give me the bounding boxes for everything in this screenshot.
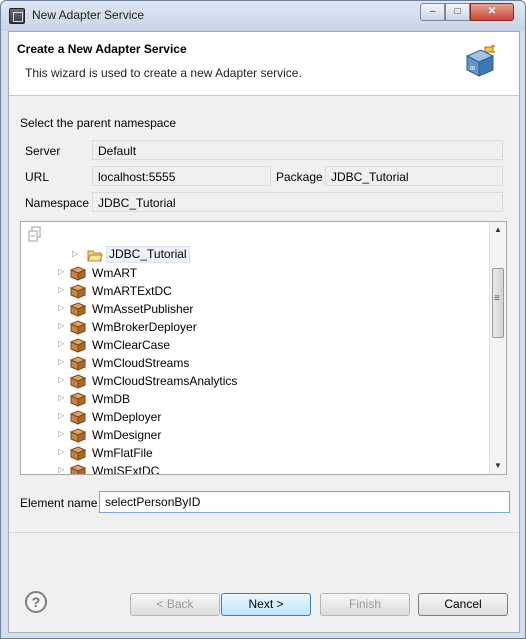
package-icon (70, 392, 86, 407)
url-label: URL (25, 170, 50, 184)
package-icon (70, 320, 86, 335)
collapse-tree-icon[interactable] (27, 226, 43, 242)
minimize-button[interactable]: – (420, 3, 445, 21)
app-icon (9, 8, 25, 24)
tree-package-label: WmClearCase (92, 338, 171, 352)
expand-arrow-icon[interactable]: ▷ (58, 267, 66, 277)
package-icon (70, 446, 86, 461)
window-title: New Adapter Service (32, 8, 145, 22)
back-button[interactable]: < Back (130, 593, 220, 616)
server-label: Server (25, 144, 61, 158)
finish-button[interactable]: Finish (320, 593, 410, 616)
next-button[interactable]: Next > (221, 593, 311, 616)
package-field: JDBC_Tutorial (325, 166, 503, 186)
expand-arrow-icon[interactable]: ▷ (58, 339, 66, 349)
package-icon (70, 302, 86, 317)
section-label: Select the parent namespace (20, 116, 177, 130)
expand-arrow-icon[interactable]: ▷ (58, 411, 66, 421)
expand-arrow-icon[interactable]: ▷ (58, 465, 66, 474)
element-name-input[interactable] (99, 491, 510, 513)
expand-arrow-icon[interactable]: ▷ (58, 447, 66, 457)
scroll-up-icon[interactable]: ▲ (490, 222, 506, 238)
package-icon (70, 374, 86, 389)
package-icon (70, 356, 86, 371)
dialog-content: Create a New Adapter Service This wizard… (8, 31, 520, 633)
tree-package-label: WmARTExtDC (92, 284, 172, 298)
scroll-thumb[interactable] (492, 268, 504, 338)
title-bar[interactable]: New Adapter Service – □ ✕ (1, 1, 525, 31)
tree-package-label: WmISExtDC (92, 464, 160, 475)
wizard-description: This wizard is used to create a new Adap… (25, 66, 302, 80)
svg-text:⊞: ⊞ (470, 65, 475, 72)
tree-package-label: WmCloudStreams (92, 356, 190, 370)
package-icon (70, 428, 86, 443)
cancel-button[interactable]: Cancel (418, 593, 508, 616)
tree-package-label: WmART (92, 266, 138, 280)
package-label: Package (276, 170, 323, 184)
expand-arrow-icon[interactable]: ▷ (58, 321, 66, 331)
url-field: localhost:5555 (92, 166, 271, 186)
wizard-header: Create a New Adapter Service This wizard… (9, 32, 519, 96)
tree-package-label: WmFlatFile (92, 446, 153, 460)
expand-arrow-icon[interactable]: ▷ (72, 249, 80, 259)
tree-package-label: WmDesigner (92, 428, 162, 442)
tree-package-label: WmDeployer (92, 410, 162, 424)
expand-arrow-icon[interactable]: ▷ (58, 303, 66, 313)
help-icon[interactable]: ? (25, 591, 47, 613)
tree-package-label: WmDB (92, 392, 130, 406)
namespace-field: JDBC_Tutorial (92, 192, 503, 212)
tree-package-label: WmBrokerDeployer (92, 320, 197, 334)
package-icon (70, 266, 86, 281)
element-name-label: Element name (20, 496, 98, 510)
package-icon (70, 284, 86, 299)
tree-scrollbar[interactable]: ▲ ▼ (489, 222, 506, 474)
close-button[interactable]: ✕ (470, 3, 514, 21)
expand-arrow-icon[interactable]: ▷ (58, 429, 66, 439)
expand-arrow-icon[interactable]: ▷ (58, 375, 66, 385)
maximize-button[interactable]: □ (445, 3, 470, 21)
tree-package-label: WmAssetPublisher (92, 302, 194, 316)
expand-arrow-icon[interactable]: ▷ (58, 393, 66, 403)
expand-arrow-icon[interactable]: ▷ (58, 285, 66, 295)
server-field: Default (92, 140, 503, 160)
package-icon (70, 410, 86, 425)
package-icon (70, 464, 86, 474)
namespace-tree[interactable]: ▷ JDBC_Tutorial ▷ WmART ▷ WmARTExtDC ▷ WmAsse… (20, 221, 507, 475)
scroll-down-icon[interactable]: ▼ (490, 458, 506, 474)
package-icon (70, 338, 86, 353)
footer-divider (9, 532, 519, 533)
adapter-plug-icon: ⊞ (465, 45, 495, 77)
dialog-window: New Adapter Service – □ ✕ Create a New A… (0, 0, 526, 639)
expand-arrow-icon[interactable]: ▷ (58, 357, 66, 367)
tree-package-label: WmCloudStreamsAnalytics (92, 374, 238, 388)
wizard-title: Create a New Adapter Service (17, 42, 187, 56)
tree-node-label: JDBC_Tutorial (106, 246, 190, 263)
open-folder-icon (87, 250, 103, 262)
namespace-label: Namespace (25, 196, 90, 210)
